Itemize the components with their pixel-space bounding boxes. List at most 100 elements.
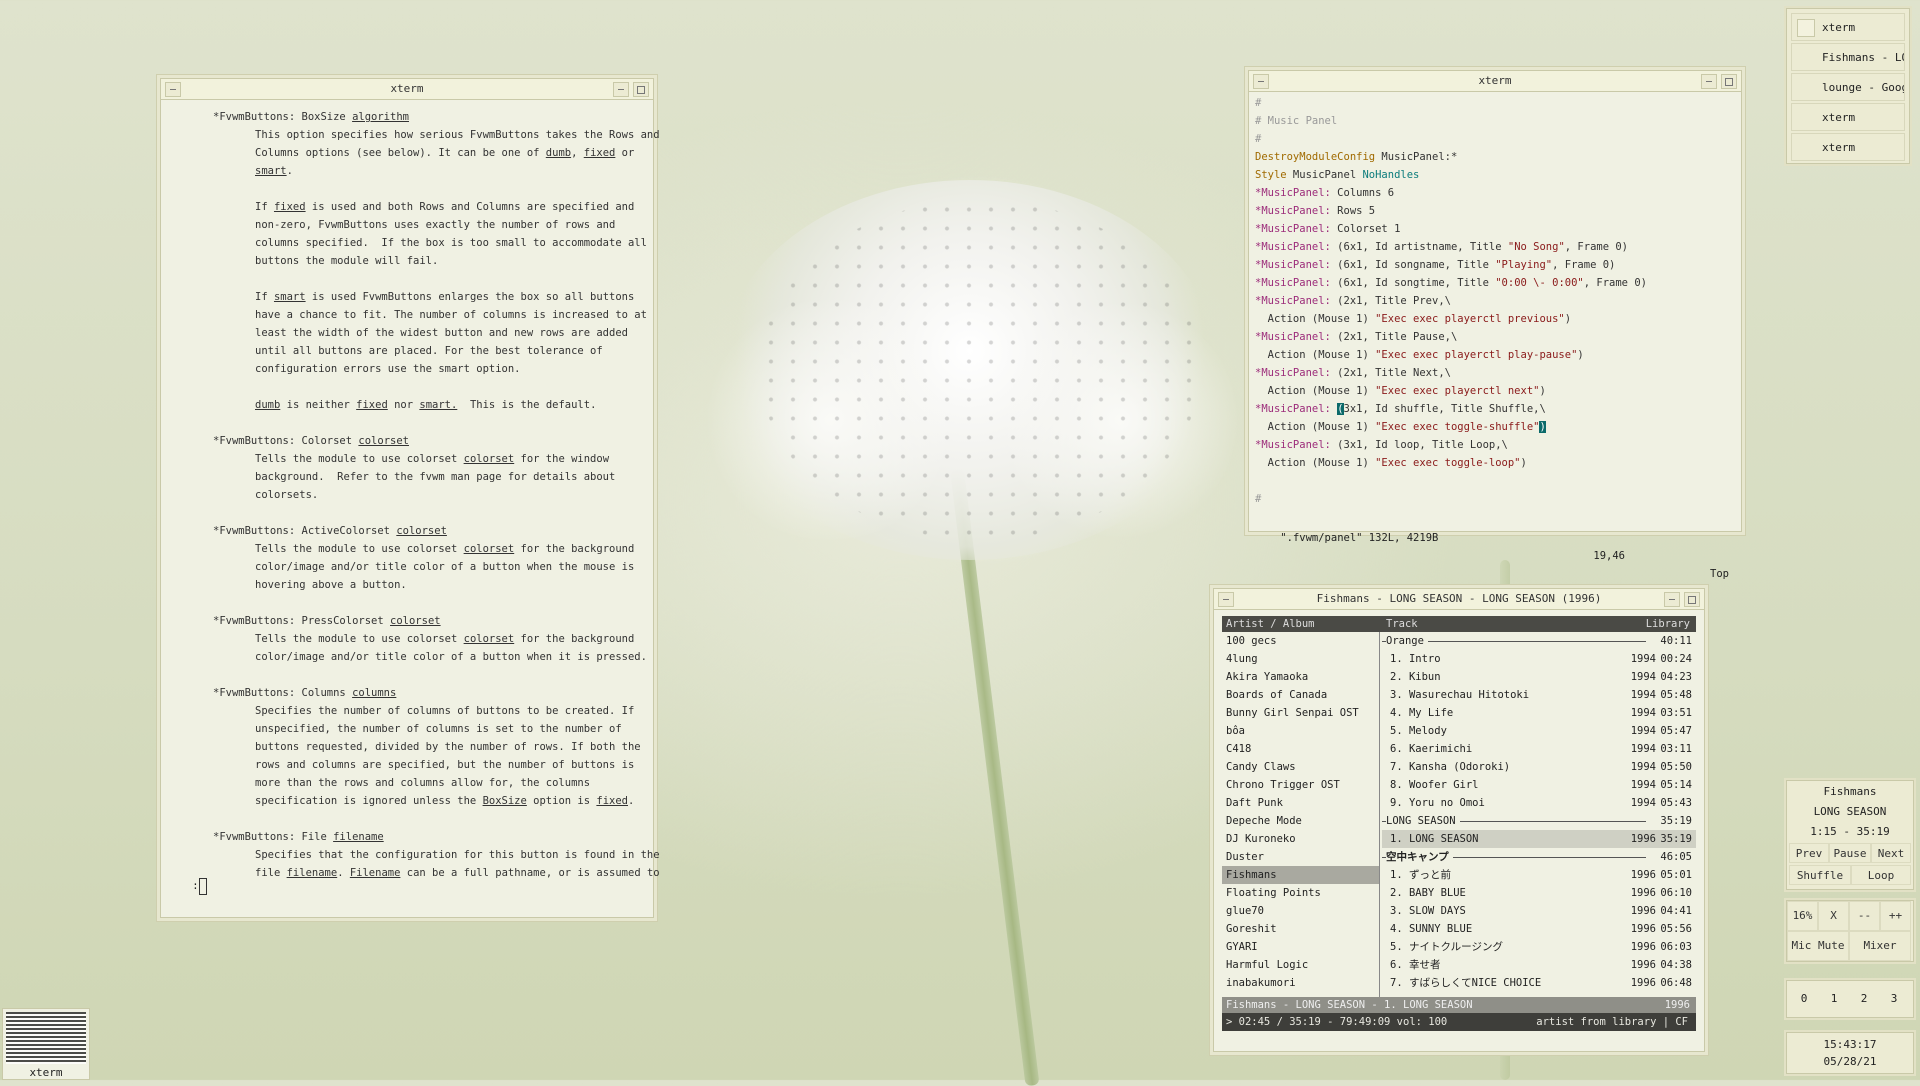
man-link[interactable]: colorset (358, 435, 409, 447)
artist-item[interactable]: bôa (1222, 722, 1379, 740)
mute-button[interactable]: X (1818, 901, 1849, 931)
man-link[interactable]: filename (287, 867, 338, 879)
desk-1[interactable]: 1 (1819, 985, 1849, 1013)
artist-item[interactable]: glue70 (1222, 902, 1379, 920)
track-row[interactable]: 4. SUNNY BLUE 1996 05:56 (1382, 920, 1696, 938)
desk-3[interactable]: 3 (1879, 985, 1909, 1013)
window-list-item[interactable]: lounge - Google (1791, 73, 1905, 101)
artist-item[interactable]: 100 gecs (1222, 632, 1379, 650)
artist-item[interactable]: GYARI (1222, 938, 1379, 956)
maximize-button[interactable] (1721, 74, 1737, 89)
man-link[interactable]: fixed (584, 147, 616, 159)
man-link[interactable]: smart (274, 291, 306, 303)
track-row[interactable]: 1. ずっと前 1996 05:01 (1382, 866, 1696, 884)
artist-item[interactable]: C418 (1222, 740, 1379, 758)
artist-item[interactable]: Chrono Trigger OST (1222, 776, 1379, 794)
album-header[interactable]: LONG SEASON 35:19 (1382, 812, 1696, 830)
artist-item[interactable]: Boards of Canada (1222, 686, 1379, 704)
window-titlebar[interactable]: xterm (161, 79, 653, 100)
window-menu-button[interactable] (1218, 592, 1234, 607)
album-header[interactable]: 空中キャンプ 46:05 (1382, 848, 1696, 866)
xterm-man-window[interactable]: xterm *FvwmButtons: BoxSize algorithm Thi… (160, 78, 660, 918)
window-titlebar[interactable]: xterm (1249, 71, 1741, 92)
volume-up-button[interactable]: ++ (1880, 901, 1911, 931)
man-link[interactable]: fixed (596, 795, 628, 807)
maximize-button[interactable] (1684, 592, 1700, 607)
track-row[interactable]: 5. Melody 1994 05:47 (1382, 722, 1696, 740)
xterm-vim-window[interactable]: xterm # # Music Panel # DestroyModuleConfig… (1248, 70, 1742, 580)
pause-button[interactable]: Pause (1829, 843, 1871, 863)
track-row[interactable]: 4. My Life 1994 03:51 (1382, 704, 1696, 722)
artist-item[interactable]: Goreshit (1222, 920, 1379, 938)
man-link[interactable]: colorset (464, 543, 515, 555)
vim-buffer[interactable]: # # Music Panel # DestroyModuleConfig Music… (1249, 92, 1741, 508)
man-link[interactable]: dumb (255, 399, 280, 411)
track-row[interactable]: 1. LONG SEASON 1996 35:19 (1382, 830, 1696, 848)
track-row[interactable]: 8. Woofer Girl 1994 05:14 (1382, 776, 1696, 794)
man-link[interactable]: colorset (464, 453, 515, 465)
man-link[interactable]: columns (352, 687, 396, 699)
window-list-item[interactable]: xterm (1791, 103, 1905, 131)
man-link[interactable]: fixed (274, 201, 306, 213)
loop-button[interactable]: Loop (1851, 865, 1911, 885)
artist-item[interactable]: Candy Claws (1222, 758, 1379, 776)
maximize-button[interactable] (633, 82, 649, 97)
window-list-item[interactable]: Fishmans - LONG (1791, 43, 1905, 71)
track-row[interactable]: 2. BABY BLUE 1996 06:10 (1382, 884, 1696, 902)
man-link[interactable]: Filename (350, 867, 401, 879)
man-link[interactable]: colorset (396, 525, 447, 537)
artist-item[interactable]: Harmful Logic (1222, 956, 1379, 974)
man-page-content[interactable]: *FvwmButtons: BoxSize algorithm This opti… (161, 100, 660, 882)
desk-0[interactable]: 0 (1789, 985, 1819, 1013)
artist-item[interactable]: DJ Kuroneko (1222, 830, 1379, 848)
track-row[interactable]: 2. Kibun 1994 04:23 (1382, 668, 1696, 686)
artist-item[interactable]: Floating Points (1222, 884, 1379, 902)
music-player-window[interactable]: Fishmans - LONG SEASON - LONG SEASON (19… (1213, 588, 1705, 1052)
man-link[interactable]: colorset (390, 615, 441, 627)
artist-item[interactable]: inabakumori (1222, 974, 1379, 992)
man-link[interactable]: colorset (464, 633, 515, 645)
track-row[interactable]: 6. 幸せ者 1996 04:38 (1382, 956, 1696, 974)
artist-item[interactable]: Depeche Mode (1222, 812, 1379, 830)
track-row[interactable]: 5. ナイトクルージング 1996 06:03 (1382, 938, 1696, 956)
man-link[interactable]: algorithm (352, 111, 409, 123)
window-titlebar[interactable]: Fishmans - LONG SEASON - LONG SEASON (19… (1214, 589, 1704, 610)
artist-item[interactable]: Akira Yamaoka (1222, 668, 1379, 686)
man-link[interactable]: filename (333, 831, 384, 843)
desk-2[interactable]: 2 (1849, 985, 1879, 1013)
mic-mute-button[interactable]: Mic Mute (1787, 931, 1849, 961)
window-list-item[interactable]: xterm (1791, 13, 1905, 41)
track-row[interactable]: 7. すばらしくてNICE CHOICE 1996 06:48 (1382, 974, 1696, 992)
track-row[interactable]: 9. Yoru no Omoi 1994 05:43 (1382, 794, 1696, 812)
window-list-item[interactable]: xterm (1791, 133, 1905, 161)
prev-button[interactable]: Prev (1789, 843, 1829, 863)
man-link[interactable]: fixed (356, 399, 388, 411)
track-row[interactable]: 6. Kaerimichi 1994 03:11 (1382, 740, 1696, 758)
window-menu-button[interactable] (165, 82, 181, 97)
track-row[interactable]: 7. Kansha (Odoroki) 1994 05:50 (1382, 758, 1696, 776)
track-row[interactable]: 3. SLOW DAYS 1996 04:41 (1382, 902, 1696, 920)
minimize-button[interactable] (613, 82, 629, 97)
mixer-button[interactable]: Mixer (1849, 931, 1911, 961)
artist-list[interactable]: 100 gecs 4lung Akira Yamaoka Boards of Cana… (1222, 632, 1380, 997)
iconified-xterm[interactable]: xterm (2, 1008, 90, 1080)
man-link[interactable]: dumb (546, 147, 571, 159)
man-link[interactable]: BoxSize (483, 795, 527, 807)
album-header[interactable]: Orange 40:11 (1382, 632, 1696, 650)
track-row[interactable]: 3. Wasurechau Hitotoki 1994 05:48 (1382, 686, 1696, 704)
artist-item[interactable]: Bunny Girl Senpai OST (1222, 704, 1379, 722)
shuffle-button[interactable]: Shuffle (1789, 865, 1851, 885)
artist-item[interactable]: Duster (1222, 848, 1379, 866)
track-list[interactable]: Orange 40:11 1. Intro 1994 00:24 2. Kibun 1994… (1382, 632, 1696, 997)
minimize-button[interactable] (1664, 592, 1680, 607)
track-row[interactable]: 1. Intro 1994 00:24 (1382, 650, 1696, 668)
man-link[interactable]: smart. (419, 399, 457, 411)
next-button[interactable]: Next (1871, 843, 1911, 863)
volume-down-button[interactable]: -- (1849, 901, 1880, 931)
artist-item[interactable]: Fishmans (1222, 866, 1379, 884)
playback-cmdline[interactable]: > 02:45 / 35:19 - 79:49:09 vol: 100 arti… (1222, 1013, 1696, 1031)
minimize-button[interactable] (1701, 74, 1717, 89)
window-menu-button[interactable] (1253, 74, 1269, 89)
man-link[interactable]: smart (255, 165, 287, 177)
artist-item[interactable]: Daft Punk (1222, 794, 1379, 812)
